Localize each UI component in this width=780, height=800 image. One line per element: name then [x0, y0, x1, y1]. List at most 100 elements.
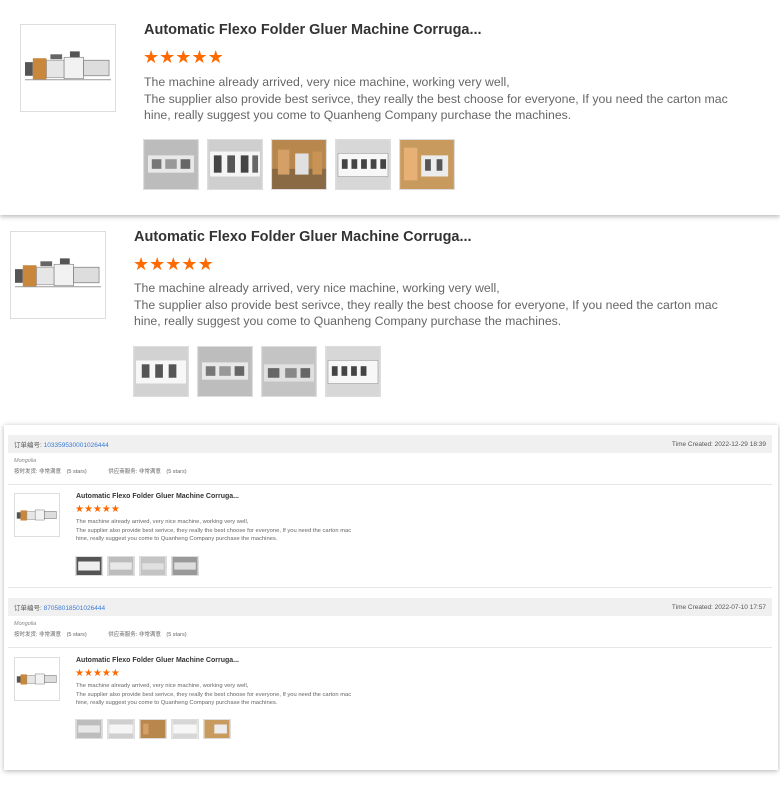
order-number-label: 订单编号: [14, 442, 42, 449]
review-photo-icon [326, 347, 380, 396]
star-icon: ★ [159, 47, 176, 67]
review-photo[interactable] [171, 556, 199, 576]
review-photo[interactable] [139, 719, 167, 739]
shipping-rating-stars: (5 stars) [66, 632, 87, 638]
review-line: The machine already arrived, very nice m… [76, 519, 249, 525]
review-photo[interactable] [271, 139, 327, 190]
review-photo[interactable] [207, 139, 263, 190]
review-photo[interactable] [171, 719, 199, 739]
review-photos [75, 719, 231, 739]
order-number-link[interactable]: 87058018501026444 [44, 605, 105, 612]
review-photo-icon [134, 347, 188, 396]
product-thumbnail[interactable] [20, 24, 116, 112]
review-text: The machine already arrived, very nice m… [76, 682, 406, 708]
review-photo[interactable] [107, 719, 135, 739]
review-line: The machine already arrived, very nice m… [134, 281, 500, 295]
star-icon: ★ [197, 254, 214, 274]
review-photo[interactable] [107, 556, 135, 576]
review-photo-icon [262, 347, 316, 396]
machine-image-icon [25, 51, 111, 81]
review-photo[interactable] [139, 556, 167, 576]
product-title[interactable]: Automatic Flexo Folder Gluer Machine Cor… [76, 493, 239, 500]
product-title[interactable]: Automatic Flexo Folder Gluer Machine Cor… [76, 657, 239, 664]
review-photo-icon [144, 140, 198, 189]
review-photo-icon [208, 140, 262, 189]
order-header: 订单编号: 103359530001026444 Time Created: 2… [8, 435, 772, 453]
review-photo[interactable] [197, 346, 253, 397]
service-rating-stars: (5 stars) [166, 469, 187, 475]
machine-image-icon [16, 509, 57, 521]
star-icon: ★ [101, 504, 111, 515]
review-photo-icon [140, 720, 166, 738]
review-line: The supplier also provide best serivce, … [76, 527, 352, 534]
review-text: The machine already arrived, very nice m… [76, 518, 406, 544]
star-icon: ★ [101, 668, 111, 679]
service-rating-label: 供应商服务: 非常满意 [108, 632, 161, 638]
review-photos [75, 556, 199, 576]
time-created: Time Created: 2022-07-10 17:57 [671, 603, 766, 611]
order-id: 订单编号: 103359530001026444 [14, 439, 109, 449]
time-created: Time Created: 2022-12-29 18:39 [671, 440, 766, 448]
review-photo[interactable] [75, 556, 103, 576]
review-line: hine, really suggest you come to Quanhen… [76, 536, 278, 542]
order-number-link[interactable]: 103359530001026444 [44, 442, 109, 449]
review-photo[interactable] [335, 139, 391, 190]
order-review-list: 订单编号: 103359530001026444 Time Created: 2… [4, 425, 778, 770]
review-photo[interactable] [143, 139, 199, 190]
review-text: The machine already arrived, very nice m… [134, 280, 774, 330]
review-photo-icon [336, 140, 390, 189]
product-thumbnail[interactable] [14, 657, 60, 701]
shipping-rating-label: 按时发货: 非常满意 [14, 632, 62, 638]
star-icon: ★ [149, 254, 166, 274]
review-photos [143, 139, 455, 190]
review-line: hine, really suggest you come to Quanhen… [144, 108, 572, 122]
review-line: The supplier also provide best serivce, … [144, 91, 728, 106]
star-icon: ★ [133, 254, 150, 274]
review-photo-icon [76, 557, 102, 575]
rating-stars: ★ ★ ★ ★ ★ [143, 48, 224, 66]
review-photo[interactable] [325, 346, 381, 397]
star-icon: ★ [143, 47, 160, 67]
service-rating-stars: (5 stars) [166, 632, 187, 638]
review-photo[interactable] [399, 139, 455, 190]
star-icon: ★ [175, 47, 192, 67]
divider [8, 647, 772, 648]
review-photo-icon [140, 557, 166, 575]
review-photo-icon [198, 347, 252, 396]
rating-stars: ★ ★ ★ ★ ★ [75, 669, 120, 679]
order-id: 订单编号: 87058018501026444 [14, 602, 105, 612]
product-thumbnail[interactable] [14, 493, 60, 537]
review-photo-icon [400, 140, 454, 189]
review-line: hine, really suggest you come to Quanhen… [134, 314, 562, 328]
review-photo[interactable] [75, 719, 103, 739]
review-photo-icon [172, 720, 198, 738]
star-icon: ★ [75, 668, 84, 679]
product-thumbnail[interactable] [10, 231, 106, 319]
machine-image-icon [15, 258, 101, 288]
order-header: 订单编号: 87058018501026444 Time Created: 20… [8, 598, 772, 616]
star-icon: ★ [110, 668, 120, 679]
product-title[interactable]: Automatic Flexo Folder Gluer Machine Cor… [134, 229, 472, 245]
star-icon: ★ [83, 668, 93, 679]
rating-stars: ★ ★ ★ ★ ★ [75, 505, 120, 515]
star-icon: ★ [207, 47, 224, 67]
review-photo-icon [76, 720, 102, 738]
review-card-2: Automatic Flexo Folder Gluer Machine Cor… [0, 222, 780, 412]
review-line: The machine already arrived, very nice m… [76, 683, 249, 689]
review-photo-icon [272, 140, 326, 189]
star-icon: ★ [92, 504, 102, 515]
star-icon: ★ [110, 504, 120, 515]
rating-stars: ★ ★ ★ ★ ★ [133, 255, 214, 273]
review-photo-icon [108, 720, 134, 738]
review-photo-icon [108, 557, 134, 575]
service-rating-label: 供应商服务: 非常满意 [108, 469, 161, 475]
review-photo[interactable] [203, 719, 231, 739]
order-number-label: 订单编号: [14, 605, 42, 612]
review-photo[interactable] [133, 346, 189, 397]
order-ratings: Mongolia 按时发货: 非常满意 (5 stars) 供应商服务: 非常满… [14, 621, 191, 638]
product-title[interactable]: Automatic Flexo Folder Gluer Machine Cor… [144, 22, 482, 38]
divider [8, 587, 772, 588]
star-icon: ★ [191, 47, 208, 67]
review-photo[interactable] [261, 346, 317, 397]
review-card-1: Automatic Flexo Folder Gluer Machine Cor… [0, 0, 780, 215]
